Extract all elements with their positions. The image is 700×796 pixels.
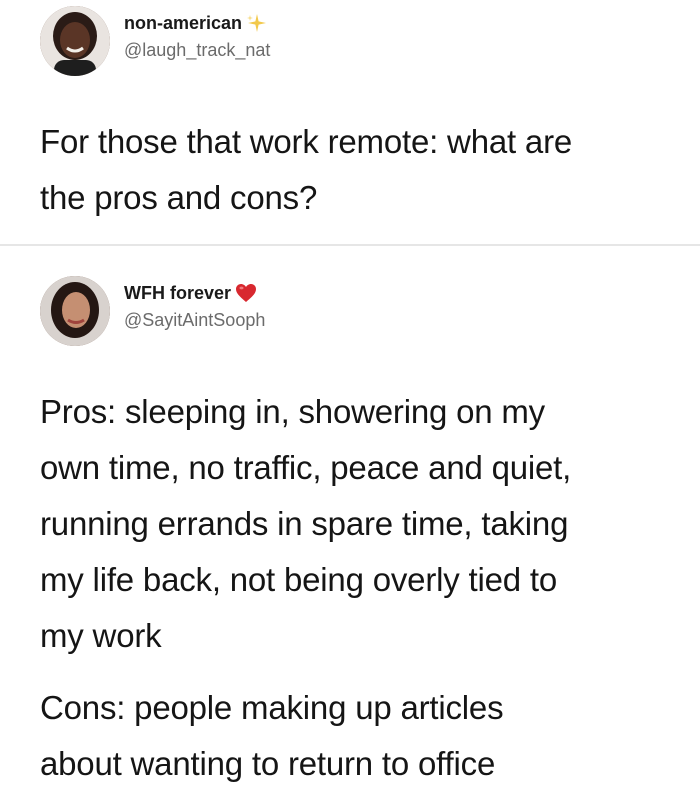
tweet-text-pros: Pros: sleeping in, showering on my own t… [40, 384, 680, 664]
tweet-text: For those that work remote: what are the… [40, 114, 680, 226]
tweet-text-line: running errands in spare time, taking [40, 505, 569, 542]
tweet-text-line: the pros and cons? [40, 179, 318, 216]
sparkle-icon [246, 12, 268, 34]
avatar-image [40, 6, 110, 76]
tweet-text-cons: Cons: people making up articles about wa… [40, 680, 680, 792]
tweet-text-line: my work [40, 617, 162, 654]
heart-icon [235, 282, 257, 304]
avatar[interactable] [40, 276, 110, 346]
tweet-text-line: Cons: people making up articles [40, 689, 504, 726]
display-name[interactable]: non-american [124, 13, 242, 34]
display-name[interactable]: WFH forever [124, 283, 231, 304]
user-handle[interactable]: @SayitAintSooph [124, 310, 265, 331]
tweet-text-line: own time, no traffic, peace and quiet, [40, 449, 572, 486]
user-handle[interactable]: @laugh_track_nat [124, 40, 270, 61]
tweet-screenshot-page: non-american @laugh_track_nat For those … [0, 0, 700, 796]
tweet-text-line: my life back, not being overly tied to [40, 561, 558, 598]
tweet-text-line: Pros: sleeping in, showering on my [40, 393, 545, 430]
tweet-text-line: about wanting to return to office [40, 745, 496, 782]
author-row: non-american [124, 12, 268, 34]
avatar[interactable] [40, 6, 110, 76]
tweet-text-line: For those that work remote: what are [40, 123, 573, 160]
author-row: WFH forever [124, 282, 257, 304]
avatar-image [40, 276, 110, 346]
